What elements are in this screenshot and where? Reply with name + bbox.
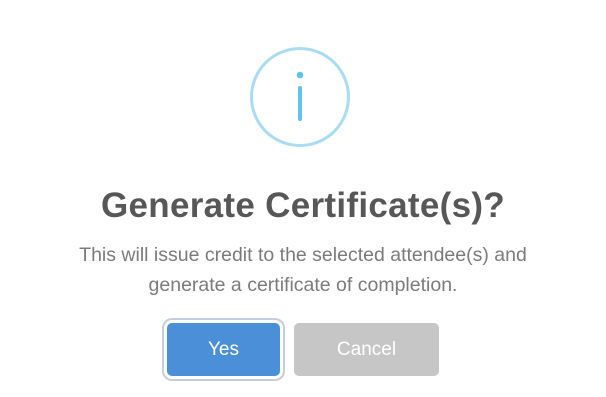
cancel-button[interactable]: Cancel — [294, 323, 439, 376]
dialog-message: This will issue credit to the selected a… — [79, 244, 527, 296]
info-icon — [250, 47, 350, 147]
confirm-dialog: Generate Certificate(s)? This will issue… — [0, 0, 606, 397]
dialog-title: Generate Certificate(s)? — [101, 186, 505, 225]
yes-button[interactable]: Yes — [167, 323, 280, 376]
